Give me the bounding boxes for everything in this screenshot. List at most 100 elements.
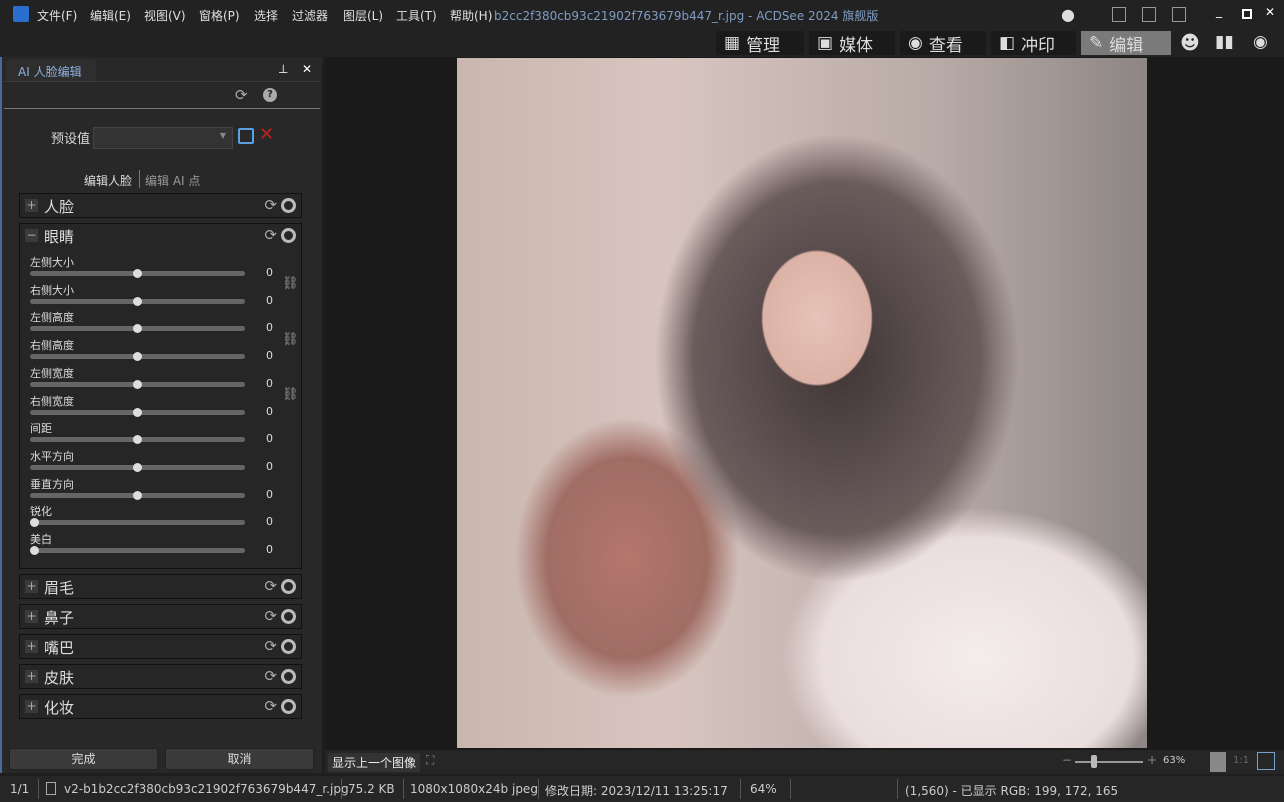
expand-icon[interactable]: + — [25, 700, 38, 713]
fit-image-icon[interactable] — [1257, 752, 1275, 770]
close-button[interactable]: ✕ — [1265, 5, 1275, 19]
reset-icon[interactable]: ⟳ — [264, 577, 277, 595]
slider-value[interactable]: 0 — [266, 543, 273, 556]
mode-tab-4[interactable]: ◧ 冲印 — [991, 31, 1076, 56]
cancel-button[interactable]: 取消 — [165, 748, 314, 770]
mode-tab-1[interactable]: ▦ 管理 — [716, 31, 804, 56]
menu-item[interactable]: 图层(L) — [343, 7, 383, 24]
menu-item[interactable]: 工具(T) — [396, 7, 437, 24]
menu-item[interactable]: 文件(F) — [37, 7, 77, 24]
reset-icon[interactable]: ⟳ — [264, 607, 277, 625]
slider[interactable] — [30, 379, 245, 389]
slider-thumb[interactable] — [133, 296, 142, 306]
bottom-pane-toggle-icon[interactable] — [1142, 7, 1156, 22]
zoom-slider[interactable] — [1075, 755, 1143, 768]
menu-item[interactable]: 选择 — [254, 7, 278, 24]
slider[interactable] — [30, 518, 245, 528]
slider[interactable] — [30, 435, 245, 445]
histogram-icon[interactable]: ▮▮ — [1215, 32, 1234, 52]
expand-icon[interactable]: + — [25, 670, 38, 683]
delete-preset-icon[interactable]: ✕ — [259, 124, 274, 145]
slider-value[interactable]: 0 — [266, 321, 273, 334]
toggle-circle-icon[interactable] — [281, 198, 296, 213]
slider[interactable] — [30, 462, 245, 472]
slider-thumb[interactable] — [133, 407, 142, 417]
zoom-in-button[interactable]: + — [1147, 753, 1157, 767]
save-preset-icon[interactable] — [238, 128, 254, 144]
slider-thumb[interactable] — [30, 546, 39, 555]
slider[interactable] — [30, 546, 245, 555]
expand-icon[interactable]: + — [25, 610, 38, 623]
section-title[interactable]: 化妆 — [44, 697, 74, 718]
mode-tab-5[interactable]: ✎ 编辑 — [1081, 31, 1171, 56]
preset-select[interactable]: ▼ — [93, 127, 233, 149]
link-height-icon[interactable]: ⛓ — [282, 332, 299, 347]
section-title[interactable]: 眉毛 — [44, 577, 74, 598]
menu-item[interactable]: 窗格(P) — [199, 7, 240, 24]
menu-item[interactable]: 编辑(E) — [90, 7, 131, 24]
slider-value[interactable]: 0 — [266, 460, 273, 473]
right-pane-toggle-icon[interactable] — [1172, 7, 1186, 22]
collapse-icon[interactable]: − — [25, 229, 38, 242]
toggle-circle-icon[interactable] — [281, 669, 296, 684]
slider-thumb[interactable] — [133, 490, 142, 500]
done-button[interactable]: 完成 — [9, 748, 158, 770]
help-icon[interactable]: ? — [263, 88, 277, 102]
tab-ai-face-edit[interactable]: AI 人脸编辑 — [6, 59, 96, 81]
people-icon[interactable]: ☻ — [1180, 32, 1200, 54]
slider[interactable] — [30, 296, 245, 306]
slider[interactable] — [30, 269, 245, 278]
slider[interactable] — [30, 490, 245, 500]
slider-value[interactable]: 0 — [266, 294, 273, 307]
reset-icon[interactable]: ⟳ — [264, 196, 277, 214]
expand-icon[interactable]: + — [25, 580, 38, 593]
mode-tab-2[interactable]: ▣ 媒体 — [809, 31, 895, 56]
slider-value[interactable]: 0 — [266, 488, 273, 501]
slider-value[interactable]: 0 — [266, 349, 273, 362]
section-title[interactable]: 皮肤 — [44, 667, 74, 688]
left-pane-toggle-icon[interactable] — [1112, 7, 1126, 22]
menu-item[interactable]: 帮助(H) — [450, 7, 492, 24]
toggle-circle-icon[interactable] — [281, 609, 296, 624]
slider-value[interactable]: 0 — [266, 266, 273, 279]
reset-icon[interactable]: ⟳ — [264, 226, 277, 244]
pin-icon[interactable]: ⊥ — [278, 62, 288, 76]
slider[interactable] — [30, 324, 245, 334]
slider-thumb[interactable] — [133, 269, 142, 278]
section-title[interactable]: 鼻子 — [44, 607, 74, 628]
menu-item[interactable]: 过滤器 — [292, 7, 328, 24]
subtab-edit-ai-points[interactable]: 编辑 AI 点 — [145, 172, 200, 189]
expand-icon[interactable]: + — [25, 199, 38, 212]
reset-icon[interactable]: ⟳ — [264, 697, 277, 715]
zoom-dropdown[interactable] — [1210, 752, 1226, 772]
section-title[interactable]: 眼睛 — [44, 226, 74, 247]
toggle-circle-icon[interactable] — [281, 579, 296, 594]
maximize-button[interactable] — [1242, 9, 1252, 19]
reset-icon[interactable]: ⟳ — [264, 637, 277, 655]
slider-value[interactable]: 0 — [266, 405, 273, 418]
panel-close-icon[interactable]: ✕ — [302, 62, 312, 76]
expand-icon[interactable]: + — [25, 640, 38, 653]
slider-value[interactable]: 0 — [266, 432, 273, 445]
subtab-edit-face[interactable]: 编辑人脸 — [84, 172, 132, 189]
slider[interactable] — [30, 407, 245, 417]
fullscreen-icon[interactable]: ⛶ — [426, 753, 434, 768]
zoom-out-button[interactable]: − — [1062, 753, 1072, 767]
section-title[interactable]: 嘴巴 — [44, 637, 74, 658]
actual-size-button[interactable]: 1:1 — [1233, 755, 1249, 766]
slider-value[interactable]: 0 — [266, 377, 273, 390]
toggle-circle-icon[interactable] — [281, 699, 296, 714]
slider-value[interactable]: 0 — [266, 515, 273, 528]
slider[interactable] — [30, 352, 245, 362]
section-title[interactable]: 人脸 — [44, 196, 74, 217]
slider-thumb[interactable] — [133, 462, 142, 472]
slider-thumb[interactable] — [133, 379, 142, 389]
link-width-icon[interactable]: ⛓ — [282, 387, 299, 402]
account-icon[interactable]: ● — [1061, 5, 1075, 24]
mode-tab-3[interactable]: ◉ 查看 — [900, 31, 986, 56]
menu-item[interactable]: 视图(V) — [144, 7, 186, 24]
visibility-icon[interactable]: ◉ — [1253, 32, 1268, 52]
toggle-circle-icon[interactable] — [281, 228, 296, 243]
toggle-circle-icon[interactable] — [281, 639, 296, 654]
reset-all-icon[interactable]: ⟳ — [235, 86, 248, 104]
